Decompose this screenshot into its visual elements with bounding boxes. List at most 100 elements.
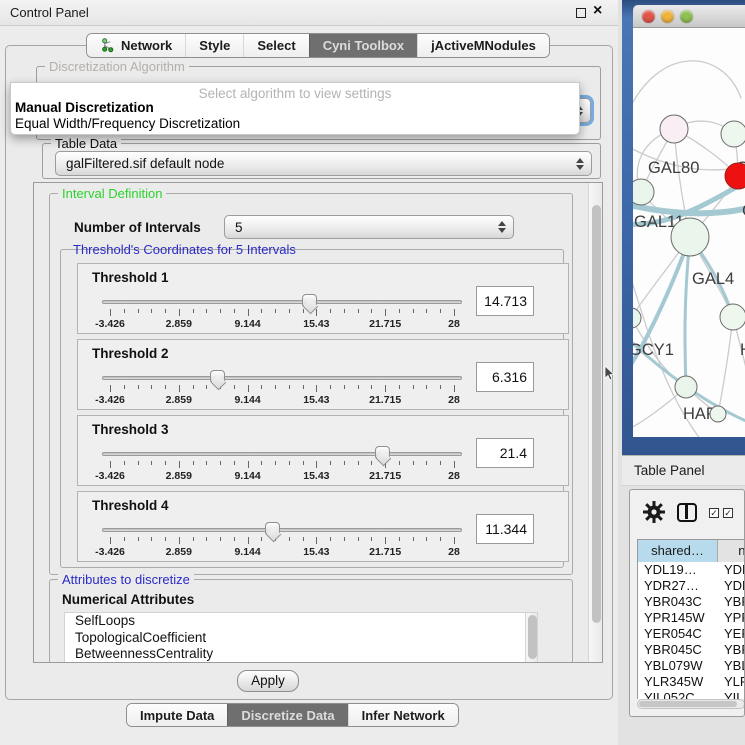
node-table[interactable]: shared…na YDL19…YDL1YDR27…YDR2YBR043CYBR…: [637, 539, 745, 699]
table-cell[interactable]: YBL0: [718, 658, 745, 674]
table-cell[interactable]: YLR3: [718, 674, 745, 690]
slider-thumb[interactable]: [302, 294, 317, 306]
tab-cyni-toolbox[interactable]: Cyni Toolbox: [309, 34, 417, 57]
table-row[interactable]: YER054CYER0: [638, 626, 744, 642]
threshold-label: Threshold 4: [92, 498, 169, 513]
table-panel: ✓ ✓ shared…na YDL19…YDL1YDR27…YDR2YBR043…: [629, 489, 745, 717]
tab-style[interactable]: Style: [185, 34, 243, 57]
network-node[interactable]: [710, 406, 726, 422]
threshold-value-field[interactable]: 11.344: [476, 514, 534, 544]
apply-button[interactable]: Apply: [237, 670, 299, 692]
table-cell[interactable]: YIL052C: [638, 690, 718, 699]
network-node[interactable]: [660, 115, 688, 143]
table-row[interactable]: YIL052CYIL0: [638, 690, 744, 699]
table-cell[interactable]: YDR2: [718, 578, 745, 594]
main-scrollbar[interactable]: [588, 183, 602, 662]
table-cell[interactable]: YBR0: [718, 594, 745, 610]
network-edge[interactable]: [633, 61, 741, 114]
threshold-value-field[interactable]: 6.316: [476, 362, 534, 392]
close-icon[interactable]: ×: [593, 2, 602, 20]
table-cell[interactable]: YLR345W: [638, 674, 718, 690]
threshold-slider[interactable]: [102, 300, 462, 304]
network-node[interactable]: [671, 218, 709, 256]
network-edge[interactable]: [718, 317, 733, 414]
attributes-scrollbar[interactable]: [525, 613, 537, 663]
table-hscrollbar[interactable]: [637, 699, 745, 709]
attribute-list-item[interactable]: BetweennessCentrality: [65, 646, 537, 663]
threshold-slider[interactable]: [102, 452, 462, 456]
minimize-light-icon[interactable]: [661, 10, 674, 23]
network-edge[interactable]: [685, 237, 690, 387]
tab-impute-data[interactable]: Impute Data: [127, 704, 227, 726]
network-node[interactable]: [633, 179, 654, 205]
table-row[interactable]: YBR045CYBR0: [638, 642, 744, 658]
dropdown-option[interactable]: Manual Discretization: [11, 100, 579, 116]
numerical-attributes-heading: Numerical Attributes: [62, 592, 194, 607]
slider-thumb[interactable]: [375, 446, 390, 458]
threshold-panel: Threshold 1 -3.4262.8599.14415.4321.7152…: [77, 263, 569, 334]
network-node[interactable]: [675, 376, 697, 398]
table-data-combobox[interactable]: galFiltered.sif default node: [55, 151, 592, 176]
table-row[interactable]: YDL19…YDL1: [638, 562, 744, 578]
table-cell[interactable]: YPR145W: [638, 610, 718, 626]
table-cell[interactable]: YDL19…: [638, 562, 718, 578]
tab-network[interactable]: Network: [87, 34, 185, 57]
slider-thumb[interactable]: [210, 370, 225, 382]
column-header[interactable]: shared…: [638, 540, 718, 562]
dropdown-prompt: Select algorithm to view settings: [11, 83, 579, 100]
table-cell[interactable]: YDL1: [718, 562, 745, 578]
tab-label: Infer Network: [362, 708, 445, 723]
network-node[interactable]: [633, 308, 641, 328]
table-panel-title: Table Panel: [634, 463, 705, 478]
zoom-light-icon[interactable]: [680, 10, 693, 23]
table-row[interactable]: YBL079WYBL0: [638, 658, 744, 674]
checkbox-icon[interactable]: ✓: [709, 508, 719, 518]
threshold-slider[interactable]: [102, 376, 462, 380]
num-intervals-combobox[interactable]: 5: [224, 215, 514, 239]
panel-title: Control Panel: [10, 5, 89, 20]
table-cell[interactable]: YBR045C: [638, 642, 718, 658]
table-row[interactable]: YPR145WYPR1: [638, 610, 744, 626]
threshold-value-field[interactable]: 14.713: [476, 286, 534, 316]
tick-label: 21.715: [369, 394, 401, 406]
table-cell[interactable]: YER0: [718, 626, 745, 642]
table-cell[interactable]: YER054C: [638, 626, 718, 642]
close-light-icon[interactable]: [642, 10, 655, 23]
table-cell[interactable]: YBR043C: [638, 594, 718, 610]
network-node-label: GCY1: [633, 341, 674, 359]
table-cell[interactable]: YBL079W: [638, 658, 718, 674]
table-cell[interactable]: YDR27…: [638, 578, 718, 594]
tab-jactivemnodules[interactable]: jActiveMNodules: [417, 34, 549, 57]
tab-select[interactable]: Select: [243, 34, 308, 57]
threshold-coords-group: Threshold's Coordinates for 5 Intervals …: [60, 249, 564, 568]
float-window-icon[interactable]: [576, 8, 586, 18]
threshold-value-field[interactable]: 21.4: [476, 438, 534, 468]
gear-icon[interactable]: [642, 500, 666, 524]
table-cell[interactable]: YIL0: [718, 690, 745, 699]
tab-discretize-data[interactable]: Discretize Data: [227, 704, 347, 726]
table-toolbar: ✓ ✓: [630, 490, 744, 536]
column-header[interactable]: na: [718, 540, 745, 562]
attribute-list-item[interactable]: SelfLoops: [65, 613, 537, 630]
tab-infer-network[interactable]: Infer Network: [348, 704, 458, 726]
dropdown-option[interactable]: Equal Width/Frequency Discretization: [11, 116, 579, 132]
table-data-title: Table Data: [51, 136, 121, 151]
tick-label: -3.426: [95, 546, 125, 558]
attribute-list-item[interactable]: TopologicalCoefficient: [65, 630, 537, 647]
threshold-panel: Threshold 3 -3.4262.8599.14415.4321.7152…: [77, 415, 569, 486]
network-node[interactable]: [720, 304, 745, 330]
table-row[interactable]: YDR27…YDR2: [638, 578, 744, 594]
threshold-slider[interactable]: [102, 528, 462, 532]
slider-ticks: [110, 385, 454, 393]
algorithm-dropdown-popup: Select algorithm to view settings Manual…: [10, 82, 580, 135]
slider-thumb[interactable]: [265, 522, 280, 534]
split-columns-icon[interactable]: [677, 503, 697, 522]
network-node[interactable]: [721, 121, 745, 147]
table-cell[interactable]: YPR1: [718, 610, 745, 626]
table-row[interactable]: YLR345WYLR3: [638, 674, 744, 690]
table-row[interactable]: YBR043CYBR0: [638, 594, 744, 610]
table-cell[interactable]: YBR0: [718, 642, 745, 658]
network-canvas[interactable]: GAL80GACGAL11GAL4GCY1HHAP2: [633, 28, 745, 437]
numerical-attributes-list[interactable]: SelfLoopsTopologicalCoefficientBetweenne…: [64, 612, 538, 663]
checkbox-icon[interactable]: ✓: [723, 508, 733, 518]
